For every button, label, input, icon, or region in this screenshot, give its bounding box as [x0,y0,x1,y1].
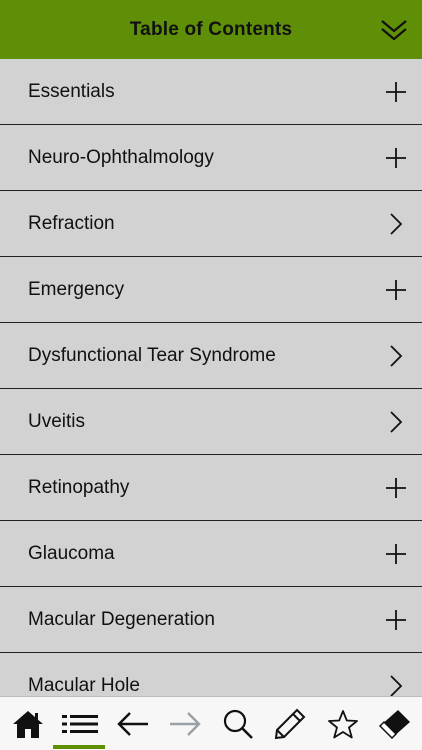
star-icon [328,709,358,738]
highlight-button[interactable] [369,697,421,750]
plus-icon[interactable] [384,278,408,302]
toc-item-label: Essentials [28,80,115,102]
forward-arrow-icon [170,712,201,736]
chevron-right-icon[interactable] [384,212,408,236]
toc-item-emergency[interactable]: Emergency [0,257,422,323]
toc-item-neuro-ophthalmology[interactable]: Neuro-Ophthalmology [0,125,422,191]
chevron-right-icon[interactable] [384,410,408,434]
toc-item-label: Macular Hole [28,674,140,696]
chevron-right-icon[interactable] [384,344,408,368]
toc-item-essentials[interactable]: Essentials [0,59,422,125]
forward-button[interactable] [159,697,211,750]
toc-item-label: Emergency [28,278,125,300]
eraser-icon [378,710,410,740]
plus-icon[interactable] [384,542,408,566]
toc-item-dysfunctional-tear-syndrome[interactable]: Dysfunctional Tear Syndrome [0,323,422,389]
plus-icon[interactable] [384,476,408,500]
back-button[interactable] [107,697,159,750]
annotate-button[interactable] [264,697,316,750]
toc-item-label: Dysfunctional Tear Syndrome [28,344,276,366]
toc-list: Essentials Neuro-Ophthalmology Refractio… [0,59,422,696]
header-bar: Table of Contents [0,0,422,59]
toc-item-label: Uveitis [28,410,86,432]
toc-item-label: Neuro-Ophthalmology [28,146,214,168]
plus-icon[interactable] [384,146,408,170]
contents-button[interactable] [54,697,106,750]
plus-icon[interactable] [384,608,408,632]
pencil-icon [274,708,306,740]
list-icon [62,715,98,733]
plus-icon[interactable] [384,80,408,104]
search-icon [223,709,253,739]
page-title: Table of Contents [129,18,293,40]
toc-item-retinopathy[interactable]: Retinopathy [0,455,422,521]
home-icon [13,711,43,738]
search-button[interactable] [212,697,264,750]
toc-item-label: Retinopathy [28,476,130,498]
toc-item-macular-hole[interactable]: Macular Hole [0,653,422,696]
double-chevron-down-icon [381,20,407,41]
toc-item-refraction[interactable]: Refraction [0,191,422,257]
toc-item-macular-degeneration[interactable]: Macular Degeneration [0,587,422,653]
toc-item-label: Refraction [28,212,115,234]
bottom-toolbar [0,696,422,750]
toc-item-glaucoma[interactable]: Glaucoma [0,521,422,587]
active-tab-indicator [53,745,105,749]
toc-item-label: Macular Degeneration [28,608,215,630]
toc-item-uveitis[interactable]: Uveitis [0,389,422,455]
toc-item-label: Glaucoma [28,542,115,564]
favorites-button[interactable] [317,697,369,750]
home-button[interactable] [2,697,54,750]
back-arrow-icon [117,712,148,736]
collapse-all-button[interactable] [376,10,412,50]
chevron-right-icon[interactable] [384,674,408,696]
